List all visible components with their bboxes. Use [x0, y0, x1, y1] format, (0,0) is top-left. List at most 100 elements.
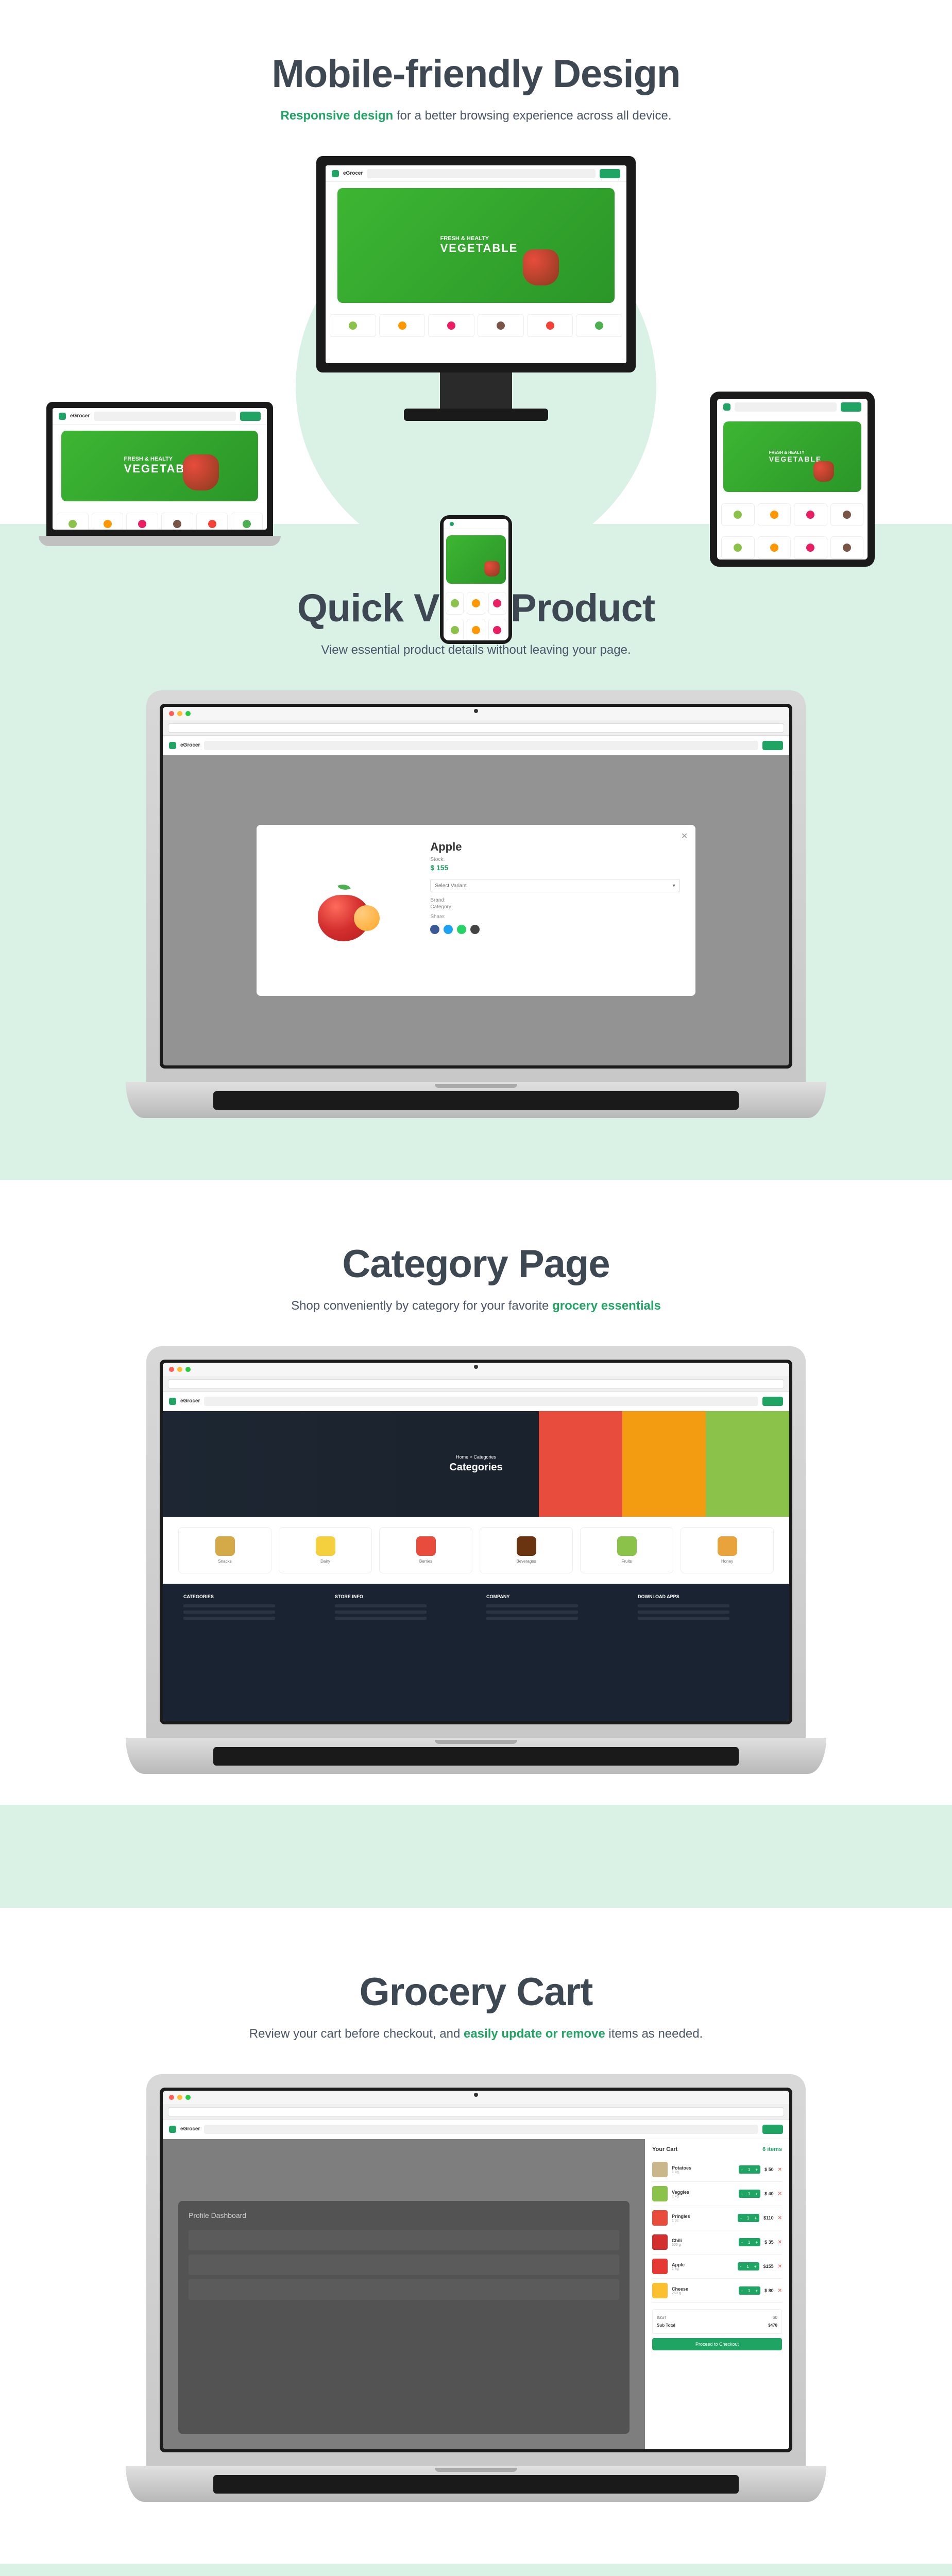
site-footer: CATEGORIESSTORE INFOCOMPANYDOWNLOAD APPS: [163, 1584, 789, 1721]
product-row: [326, 309, 626, 342]
product-card[interactable]: [231, 513, 263, 530]
quantity-stepper[interactable]: -1+: [739, 2165, 760, 2174]
phone-mockup: [440, 515, 512, 644]
product-card[interactable]: [467, 592, 485, 615]
category-card[interactable]: Fruits: [580, 1527, 673, 1573]
quantity-stepper[interactable]: -1+: [739, 2286, 760, 2295]
logo-text: eGrocer: [343, 171, 363, 176]
social-icon[interactable]: [470, 925, 480, 934]
quantity-stepper[interactable]: -1+: [739, 2238, 760, 2246]
product-image: [272, 840, 415, 980]
category-card[interactable]: Dairy: [279, 1527, 372, 1573]
product-card[interactable]: [488, 619, 506, 640]
quantity-stepper[interactable]: -1+: [739, 2190, 760, 2198]
product-card[interactable]: [576, 314, 622, 337]
social-icon[interactable]: [430, 925, 439, 934]
url-bar[interactable]: [168, 1379, 784, 1388]
product-card[interactable]: [379, 314, 426, 337]
share-icons: [430, 925, 679, 934]
product-card[interactable]: [446, 592, 464, 615]
remove-icon[interactable]: ✕: [778, 2240, 782, 2245]
cart-drawer: Your Cart6 items Potatoes1 kg-1+$ 50✕Veg…: [645, 2139, 789, 2449]
social-icon[interactable]: [457, 925, 466, 934]
remove-icon[interactable]: ✕: [778, 2167, 782, 2173]
quickview-modal: ✕ Apple Stock: $ 155 Select Variant▾ Bra…: [257, 825, 695, 995]
subtext-cart: Review your cart before checkout, and ea…: [244, 2025, 708, 2043]
cart-button[interactable]: [762, 1397, 783, 1406]
laptop-category: eGrocer Home > CategoriesCategories Snac…: [146, 1346, 806, 1774]
laptop-cart: eGrocer Profile Dashboard Your Cart6 ite…: [146, 2074, 806, 2502]
category-card[interactable]: Snacks: [178, 1527, 271, 1573]
url-bar[interactable]: [168, 723, 784, 733]
product-card[interactable]: [830, 503, 864, 526]
remove-icon[interactable]: ✕: [778, 2264, 782, 2269]
laptop-mockup: eGrocer FRESH & HEALTYVEGETABLE: [46, 402, 273, 546]
hero-banner: FRESH & HEALTY VEGETABLE: [337, 188, 614, 303]
section-category: Category Page Shop conveniently by categ…: [0, 1180, 952, 1805]
laptop-quickview: eGrocer ✕ Apple Stock: $ 155 Select Vari…: [146, 690, 806, 1118]
remove-icon[interactable]: ✕: [778, 2288, 782, 2294]
product-card[interactable]: [428, 314, 474, 337]
cart-item: Chili500 g-1+$ 35✕: [652, 2230, 782, 2255]
highlight: Responsive design: [280, 109, 393, 123]
variant-select[interactable]: Select Variant▾: [430, 879, 679, 892]
social-icon[interactable]: [444, 925, 453, 934]
heading-cart: Grocery Cart: [115, 1970, 837, 2014]
product-card[interactable]: [488, 592, 506, 615]
product-card[interactable]: [161, 513, 193, 530]
product-card[interactable]: [794, 536, 827, 559]
product-card[interactable]: [446, 619, 464, 640]
product-card[interactable]: [758, 503, 791, 526]
category-card[interactable]: Beverages: [480, 1527, 573, 1573]
product-card[interactable]: [467, 619, 485, 640]
category-grid: SnacksDairyBerriesBeveragesFruitsHoney: [163, 1517, 789, 1584]
product-card[interactable]: [758, 536, 791, 559]
subtext-category: Shop conveniently by category for your f…: [244, 1297, 708, 1315]
tablet-mockup: FRESH & HEALTYVEGETABLE: [710, 392, 875, 567]
cart-button[interactable]: [600, 169, 620, 178]
section-cart: Grocery Cart Review your cart before che…: [0, 1908, 952, 2564]
checkout-button[interactable]: Proceed to Checkout: [652, 2338, 782, 2350]
product-card[interactable]: [478, 314, 524, 337]
url-bar[interactable]: [168, 2107, 784, 2116]
desktop-mockup: eGrocer FRESH & HEALTY VEGETABLE: [316, 156, 636, 421]
heading-mobile: Mobile-friendly Design: [115, 52, 837, 96]
product-card[interactable]: [721, 503, 755, 526]
search-input[interactable]: [204, 1397, 758, 1406]
search-input[interactable]: [367, 169, 596, 178]
search-input[interactable]: [204, 741, 758, 750]
product-card[interactable]: [830, 536, 864, 559]
cart-item: Cheese250 g-1+$ 80✕: [652, 2279, 782, 2303]
category-hero: Home > CategoriesCategories: [163, 1411, 789, 1517]
cart-item: Veggies1 kg-1+$ 40✕: [652, 2182, 782, 2206]
product-card[interactable]: [721, 536, 755, 559]
quantity-stepper[interactable]: -1+: [738, 2214, 759, 2222]
modal-backdrop[interactable]: ✕ Apple Stock: $ 155 Select Variant▾ Bra…: [163, 755, 789, 1065]
site-header: eGrocer: [326, 165, 626, 182]
cart-item: Potatoes1 kg-1+$ 50✕: [652, 2158, 782, 2182]
cart-item: Apple1 kg-1+$155✕: [652, 2255, 782, 2279]
subtext-mobile: Responsive design for a better browsing …: [244, 107, 708, 125]
product-card[interactable]: [527, 314, 573, 337]
cart-button[interactable]: [762, 741, 783, 750]
product-card[interactable]: [330, 314, 376, 337]
heading-category: Category Page: [115, 1242, 837, 1286]
product-card[interactable]: [57, 513, 89, 530]
close-icon[interactable]: ✕: [680, 831, 689, 840]
product-card[interactable]: [92, 513, 124, 530]
product-price: $ 155: [430, 863, 679, 872]
product-title: Apple: [430, 840, 679, 854]
section-mobile-friendly: Mobile-friendly Design Responsive design…: [0, 0, 952, 524]
logo-icon: [332, 170, 339, 177]
category-card[interactable]: Honey: [681, 1527, 774, 1573]
profile-dashboard: Profile Dashboard: [178, 2201, 630, 2434]
product-card[interactable]: [794, 503, 827, 526]
product-card[interactable]: [196, 513, 228, 530]
category-card[interactable]: Berries: [379, 1527, 472, 1573]
hero-basket-image: [523, 249, 559, 285]
quantity-stepper[interactable]: -1+: [738, 2262, 759, 2270]
remove-icon[interactable]: ✕: [778, 2215, 782, 2221]
remove-icon[interactable]: ✕: [778, 2191, 782, 2197]
cart-item: Pringles1 pc-1+$110✕: [652, 2206, 782, 2230]
product-card[interactable]: [126, 513, 158, 530]
